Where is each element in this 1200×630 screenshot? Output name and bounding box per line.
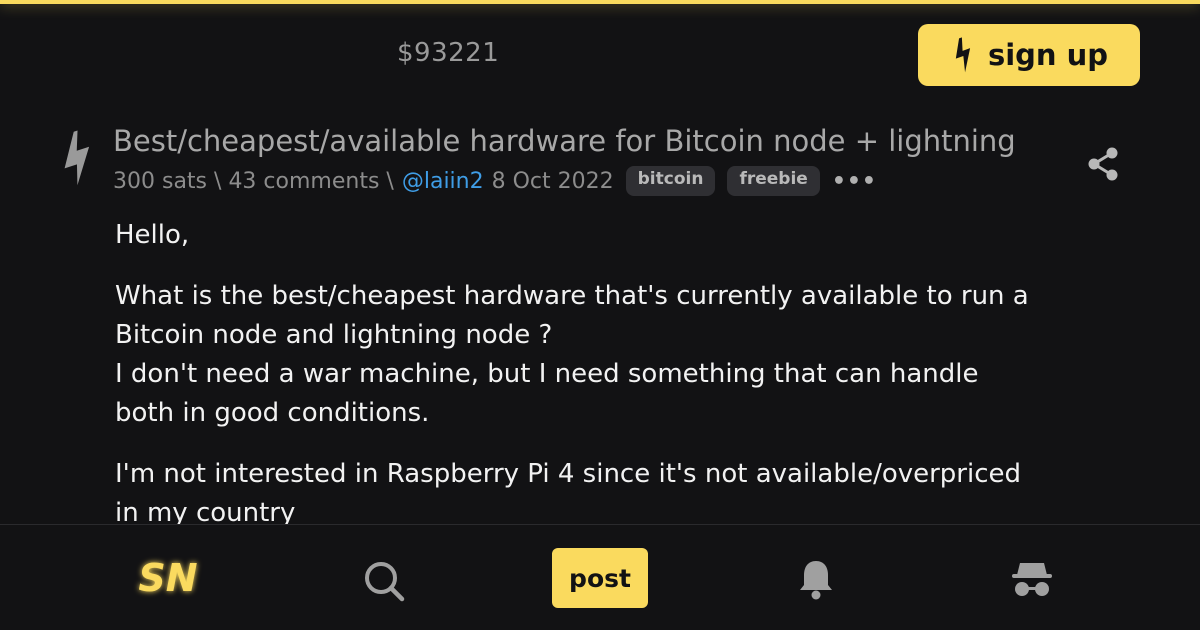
top-accent-bar [0,0,1200,4]
lightning-icon [955,37,971,73]
post-date[interactable]: 8 Oct 2022 [492,169,614,194]
signup-button[interactable]: sign up [918,24,1140,86]
body-paragraph: Hello, [115,220,190,250]
more-options-icon[interactable]: ••• [832,169,877,194]
page: $93221 sign up Best/cheapest/available h… [0,0,1200,630]
post-body: Hello, What is the best/cheapest hardwar… [115,216,1125,555]
post-comments-link[interactable]: 43 comments [228,169,379,194]
bell-icon[interactable] [798,557,834,601]
tag-bitcoin[interactable]: bitcoin [625,166,716,196]
sn-logo-icon[interactable]: SN [132,551,204,605]
post-title[interactable]: Best/cheapest/available hardware for Bit… [113,124,1016,158]
meta-separator: \ [214,168,222,194]
meta-separator: \ [386,168,394,194]
post-meta: 300 sats \ 43 comments \ @laiin2 8 Oct 2… [113,166,877,196]
signup-label: sign up [987,38,1109,72]
body-paragraph: I'm not interested in Raspberry Pi 4 sin… [115,455,1125,533]
post-author-link[interactable]: @laiin2 [402,169,484,194]
bottom-nav: SN post [0,524,1200,630]
body-paragraph: What is the best/cheapest hardware that'… [115,277,1125,433]
body-line: I don't need a war machine, but I need s… [115,359,979,389]
body-line: Bitcoin node and lightning node ? [115,320,553,350]
post-sats[interactable]: 300 sats [113,169,207,194]
post-button[interactable]: post [552,548,648,608]
lightning-icon[interactable] [56,130,98,186]
body-line: What is the best/cheapest hardware that'… [115,281,1029,311]
body-line: both in good conditions. [115,398,430,428]
search-icon[interactable] [362,559,406,603]
body-line: I'm not interested in Raspberry Pi 4 sin… [115,459,1022,489]
incognito-icon[interactable] [1010,559,1054,599]
share-icon[interactable] [1086,146,1120,182]
tag-freebie[interactable]: freebie [727,166,820,196]
sn-logo-text: SN [138,556,197,600]
btc-price[interactable]: $93221 [397,38,499,68]
